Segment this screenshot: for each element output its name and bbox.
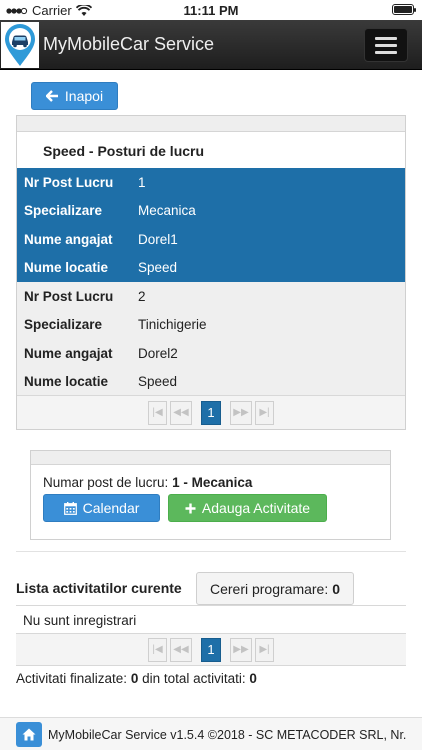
- work-posts-panel: Speed - Posturi de lucru Nr Post Lucru 1…: [16, 115, 406, 430]
- next-page-button[interactable]: ▶▶: [230, 400, 252, 425]
- posts-pager: |◀ ◀◀ 1 ▶▶ ▶|: [17, 395, 405, 429]
- finalized-count: 0: [130, 671, 139, 686]
- first-page-button[interactable]: |◀: [148, 637, 167, 662]
- field-value: Speed: [138, 260, 178, 276]
- fast-forward-icon: ▶▶: [233, 407, 249, 418]
- last-page-icon: ▶|: [259, 407, 270, 418]
- prev-page-button[interactable]: ◀◀: [170, 400, 192, 425]
- current-page-button[interactable]: 1: [201, 637, 221, 662]
- work-post-record[interactable]: Nr Post Lucru 2 Specializare Tinichigeri…: [17, 282, 405, 396]
- selected-post-panel: Numar post de lucru: 1 - Mecanica Calend…: [30, 450, 391, 540]
- calendar-icon: [63, 501, 77, 515]
- footer: MyMobileCar Service v1.5.4 ©2018 - SC ME…: [0, 717, 422, 750]
- plus-icon: [185, 503, 196, 513]
- field-label: Specializare: [24, 317, 103, 333]
- rewind-icon: ◀◀: [173, 407, 189, 418]
- battery-icon: [392, 4, 416, 15]
- hamburger-icon: [375, 37, 397, 40]
- field-value: Tinichigerie: [138, 317, 207, 333]
- table-row: Nume angajat Dorel1: [17, 225, 405, 254]
- panel-header-bar: [31, 451, 390, 465]
- last-page-button[interactable]: ▶|: [255, 400, 274, 425]
- finalized-label: Activitati finalizate:: [16, 671, 128, 686]
- last-page-icon: ▶|: [259, 644, 270, 655]
- field-value: Speed: [138, 374, 178, 390]
- car-pin-logo-icon: [5, 24, 35, 66]
- calendar-button[interactable]: Calendar: [43, 494, 160, 522]
- add-activity-label: Adauga Activitate: [201, 500, 311, 516]
- home-button[interactable]: [16, 722, 42, 747]
- prev-page-button[interactable]: ◀◀: [170, 637, 192, 662]
- field-label: Specializare: [24, 203, 103, 219]
- add-activity-button[interactable]: Adauga Activitate: [168, 494, 327, 522]
- activities-title: Lista activitatilor curente: [16, 580, 182, 596]
- rewind-icon: ◀◀: [173, 644, 189, 655]
- footer-copyright: MyMobileCar Service v1.5.4 ©2018 - SC ME…: [48, 728, 407, 742]
- next-page-button[interactable]: ▶▶: [230, 637, 252, 662]
- booking-requests-count: 0: [332, 580, 341, 597]
- selected-post-info: Numar post de lucru: 1 - Mecanica: [43, 475, 252, 490]
- field-value: Dorel1: [138, 231, 178, 247]
- last-page-button[interactable]: ▶|: [255, 637, 274, 662]
- table-row: Nr Post Lucru 2: [17, 282, 405, 311]
- field-value: Mecanica: [138, 203, 196, 219]
- status-time: 11:11 PM: [183, 3, 239, 18]
- section-divider: [16, 551, 406, 552]
- back-button-label: Inapoi: [64, 88, 104, 104]
- field-label: Nume angajat: [24, 345, 113, 361]
- home-icon: [22, 728, 36, 741]
- field-value: Dorel2: [138, 345, 178, 361]
- selected-post-label: Numar post de lucru:: [43, 475, 169, 490]
- total-count: 0: [249, 671, 257, 686]
- field-value: 1: [138, 174, 146, 190]
- arrow-left-icon: [45, 90, 58, 102]
- app-title: MyMobileCar Service: [43, 34, 215, 54]
- fast-forward-icon: ▶▶: [233, 644, 249, 655]
- field-label: Nume locatie: [24, 374, 109, 390]
- work-post-record-selected[interactable]: Nr Post Lucru 1 Specializare Mecanica Nu…: [17, 168, 405, 282]
- table-row: Nume angajat Dorel2: [17, 339, 405, 368]
- back-button[interactable]: Inapoi: [31, 82, 118, 110]
- navbar: MyMobileCar Service: [0, 20, 422, 70]
- menu-toggle-button[interactable]: [364, 28, 408, 62]
- table-row: Nume locatie Speed: [17, 254, 405, 283]
- booking-requests-label: Cereri programare:: [209, 580, 329, 597]
- table-row: Nr Post Lucru 1: [17, 168, 405, 197]
- first-page-button[interactable]: |◀: [148, 400, 167, 425]
- activities-totals: Activitati finalizate: 0 din total activ…: [16, 671, 257, 686]
- field-label: Nr Post Lucru: [24, 174, 114, 190]
- field-label: Nume angajat: [24, 231, 113, 247]
- total-label: din total activitati:: [142, 671, 246, 686]
- activities-pager: |◀ ◀◀ 1 ▶▶ ▶|: [16, 634, 406, 666]
- field-label: Nume locatie: [24, 260, 109, 276]
- selected-post-value: 1 - Mecanica: [172, 475, 253, 490]
- first-page-icon: |◀: [152, 407, 163, 418]
- panel-header-bar: [17, 116, 405, 132]
- status-bar: Carrier 11:11 PM: [0, 0, 422, 20]
- first-page-icon: |◀: [152, 644, 163, 655]
- empty-records-text: Nu sunt inregistrari: [16, 606, 406, 634]
- calendar-button-label: Calendar: [82, 500, 140, 516]
- field-value: 2: [138, 288, 146, 304]
- app-logo[interactable]: [1, 22, 39, 68]
- table-row: Nume locatie Speed: [17, 368, 405, 397]
- current-page-button[interactable]: 1: [201, 400, 221, 425]
- table-row: Specializare Tinichigerie: [17, 311, 405, 340]
- booking-requests-button[interactable]: Cereri programare: 0: [196, 572, 354, 605]
- table-row: Specializare Mecanica: [17, 197, 405, 226]
- activities-table: Nu sunt inregistrari |◀ ◀◀ 1 ▶▶ ▶|: [16, 605, 406, 666]
- field-label: Nr Post Lucru: [24, 288, 114, 304]
- panel-caption: Speed - Posturi de lucru: [17, 132, 405, 168]
